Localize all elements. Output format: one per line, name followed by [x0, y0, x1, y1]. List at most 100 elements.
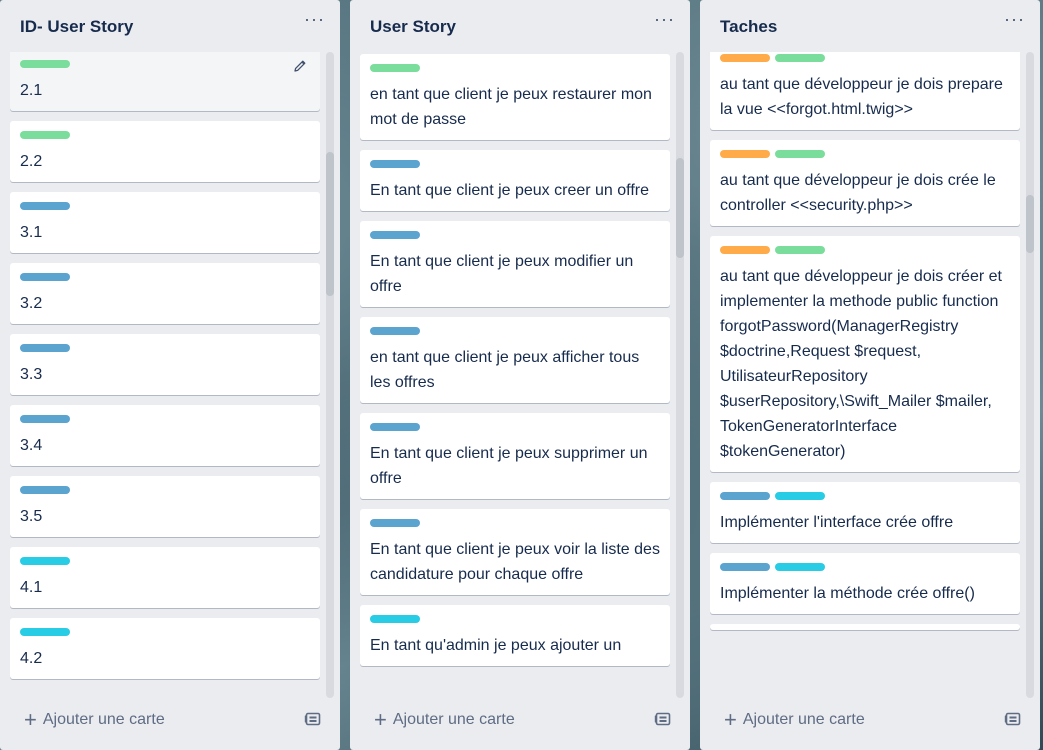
- label-orange[interactable]: [720, 246, 770, 254]
- list-taches: Taches ··· au tant que développeur je do…: [700, 0, 1040, 750]
- label-orange[interactable]: [720, 54, 770, 62]
- add-card-button[interactable]: + Ajouter une carte: [724, 708, 865, 732]
- card[interactable]: [710, 624, 1020, 630]
- label-green[interactable]: [20, 60, 70, 68]
- card-title: 3.5: [20, 508, 43, 525]
- card[interactable]: 4.2: [10, 618, 320, 679]
- card-labels: [370, 423, 660, 433]
- card-title: 3.1: [20, 224, 43, 241]
- label-blue[interactable]: [20, 202, 70, 210]
- plus-icon: +: [374, 707, 387, 732]
- card-template-icon[interactable]: [1004, 711, 1022, 727]
- card[interactable]: Implémenter la méthode crée offre(): [710, 553, 1020, 614]
- list-footer: + Ajouter une carte: [350, 698, 690, 750]
- label-blue[interactable]: [370, 231, 420, 239]
- list-menu-button[interactable]: ···: [304, 10, 324, 32]
- card[interactable]: En tant que client je peux voir la liste…: [360, 509, 670, 595]
- card-labels: [720, 246, 1010, 256]
- card-title: 3.4: [20, 437, 43, 454]
- add-card-button[interactable]: + Ajouter une carte: [24, 708, 165, 732]
- list-footer: + Ajouter une carte: [700, 698, 1040, 750]
- label-orange[interactable]: [720, 150, 770, 158]
- card[interactable]: au tant que développeur je dois crée le …: [710, 140, 1020, 226]
- list-menu-button[interactable]: ···: [1004, 10, 1024, 32]
- label-green[interactable]: [775, 54, 825, 62]
- card[interactable]: au tant que développeur je dois créer et…: [710, 236, 1020, 472]
- label-green[interactable]: [775, 150, 825, 158]
- label-green[interactable]: [775, 246, 825, 254]
- card-labels: [20, 628, 310, 638]
- label-blue[interactable]: [720, 492, 770, 500]
- label-cyan[interactable]: [775, 492, 825, 500]
- label-blue[interactable]: [370, 423, 420, 431]
- list-menu-button[interactable]: ···: [654, 10, 674, 32]
- card-title: 3.2: [20, 295, 43, 312]
- card[interactable]: 3.1: [10, 192, 320, 253]
- label-blue[interactable]: [720, 563, 770, 571]
- card-labels: [370, 160, 660, 170]
- card[interactable]: En tant que client je peux creer un offr…: [360, 150, 670, 211]
- label-blue[interactable]: [20, 486, 70, 494]
- cards-container: au tant que développeur je dois prepare …: [710, 52, 1020, 698]
- label-blue[interactable]: [20, 273, 70, 281]
- card-labels: [20, 202, 310, 212]
- scrollbar-thumb[interactable]: [326, 152, 334, 296]
- label-cyan[interactable]: [20, 557, 70, 565]
- list-title[interactable]: ID- User Story: [20, 17, 133, 37]
- add-card-label: Ajouter une carte: [392, 711, 515, 728]
- card-labels: [20, 344, 310, 354]
- card-labels: [20, 273, 310, 283]
- label-blue[interactable]: [20, 344, 70, 352]
- card[interactable]: 2.1: [10, 52, 320, 111]
- card-title: 3.3: [20, 366, 43, 383]
- label-green[interactable]: [370, 64, 420, 72]
- card-labels: [20, 415, 310, 425]
- card-title: en tant que client je peux afficher tous…: [370, 349, 640, 391]
- label-blue[interactable]: [20, 415, 70, 423]
- list-title[interactable]: Taches: [720, 17, 777, 37]
- card-title: en tant que client je peux restaurer mon…: [370, 86, 652, 128]
- card[interactable]: 3.5: [10, 476, 320, 537]
- scrollbar-thumb[interactable]: [1026, 195, 1034, 253]
- card[interactable]: au tant que développeur je dois prepare …: [710, 52, 1020, 130]
- label-blue[interactable]: [370, 519, 420, 527]
- label-cyan[interactable]: [20, 628, 70, 636]
- scrollbar[interactable]: [676, 52, 684, 698]
- card[interactable]: 3.2: [10, 263, 320, 324]
- card[interactable]: 3.3: [10, 334, 320, 395]
- card-labels: [720, 492, 1010, 502]
- plus-icon: +: [724, 707, 737, 732]
- card-labels: [20, 131, 310, 141]
- scrollbar-thumb[interactable]: [676, 158, 684, 258]
- label-blue[interactable]: [370, 160, 420, 168]
- card-labels: [20, 60, 310, 70]
- card[interactable]: en tant que client je peux afficher tous…: [360, 317, 670, 403]
- card[interactable]: en tant que client je peux restaurer mon…: [360, 54, 670, 140]
- label-cyan[interactable]: [775, 563, 825, 571]
- cards-container: en tant que client je peux restaurer mon…: [360, 52, 670, 698]
- card-labels: [370, 615, 660, 625]
- list-id-user-story: ID- User Story ··· 2.1 2.2 3.1 3.2 3.3 3.4 3.5…: [0, 0, 340, 750]
- card[interactable]: En tant que client je peux modifier un o…: [360, 221, 670, 307]
- card[interactable]: Implémenter l'interface crée offre: [710, 482, 1020, 543]
- card-title: En tant que client je peux modifier un o…: [370, 253, 634, 295]
- card-template-icon[interactable]: [304, 711, 322, 727]
- card-title: au tant que développeur je dois prepare …: [720, 76, 1003, 118]
- list-footer: + Ajouter une carte: [0, 698, 340, 750]
- card[interactable]: En tant que client je peux supprimer un …: [360, 413, 670, 499]
- scrollbar[interactable]: [1026, 52, 1034, 698]
- card-labels: [370, 519, 660, 529]
- label-blue[interactable]: [370, 327, 420, 335]
- card-template-icon[interactable]: [654, 711, 672, 727]
- card[interactable]: 4.1: [10, 547, 320, 608]
- card[interactable]: 3.4: [10, 405, 320, 466]
- label-cyan[interactable]: [370, 615, 420, 623]
- list-title[interactable]: User Story: [370, 17, 456, 37]
- card[interactable]: 2.2: [10, 121, 320, 182]
- card-labels: [720, 54, 1010, 64]
- scrollbar[interactable]: [326, 52, 334, 698]
- pencil-icon[interactable]: [292, 58, 308, 74]
- add-card-button[interactable]: + Ajouter une carte: [374, 708, 515, 732]
- card[interactable]: En tant qu'admin je peux ajouter un: [360, 605, 670, 666]
- label-green[interactable]: [20, 131, 70, 139]
